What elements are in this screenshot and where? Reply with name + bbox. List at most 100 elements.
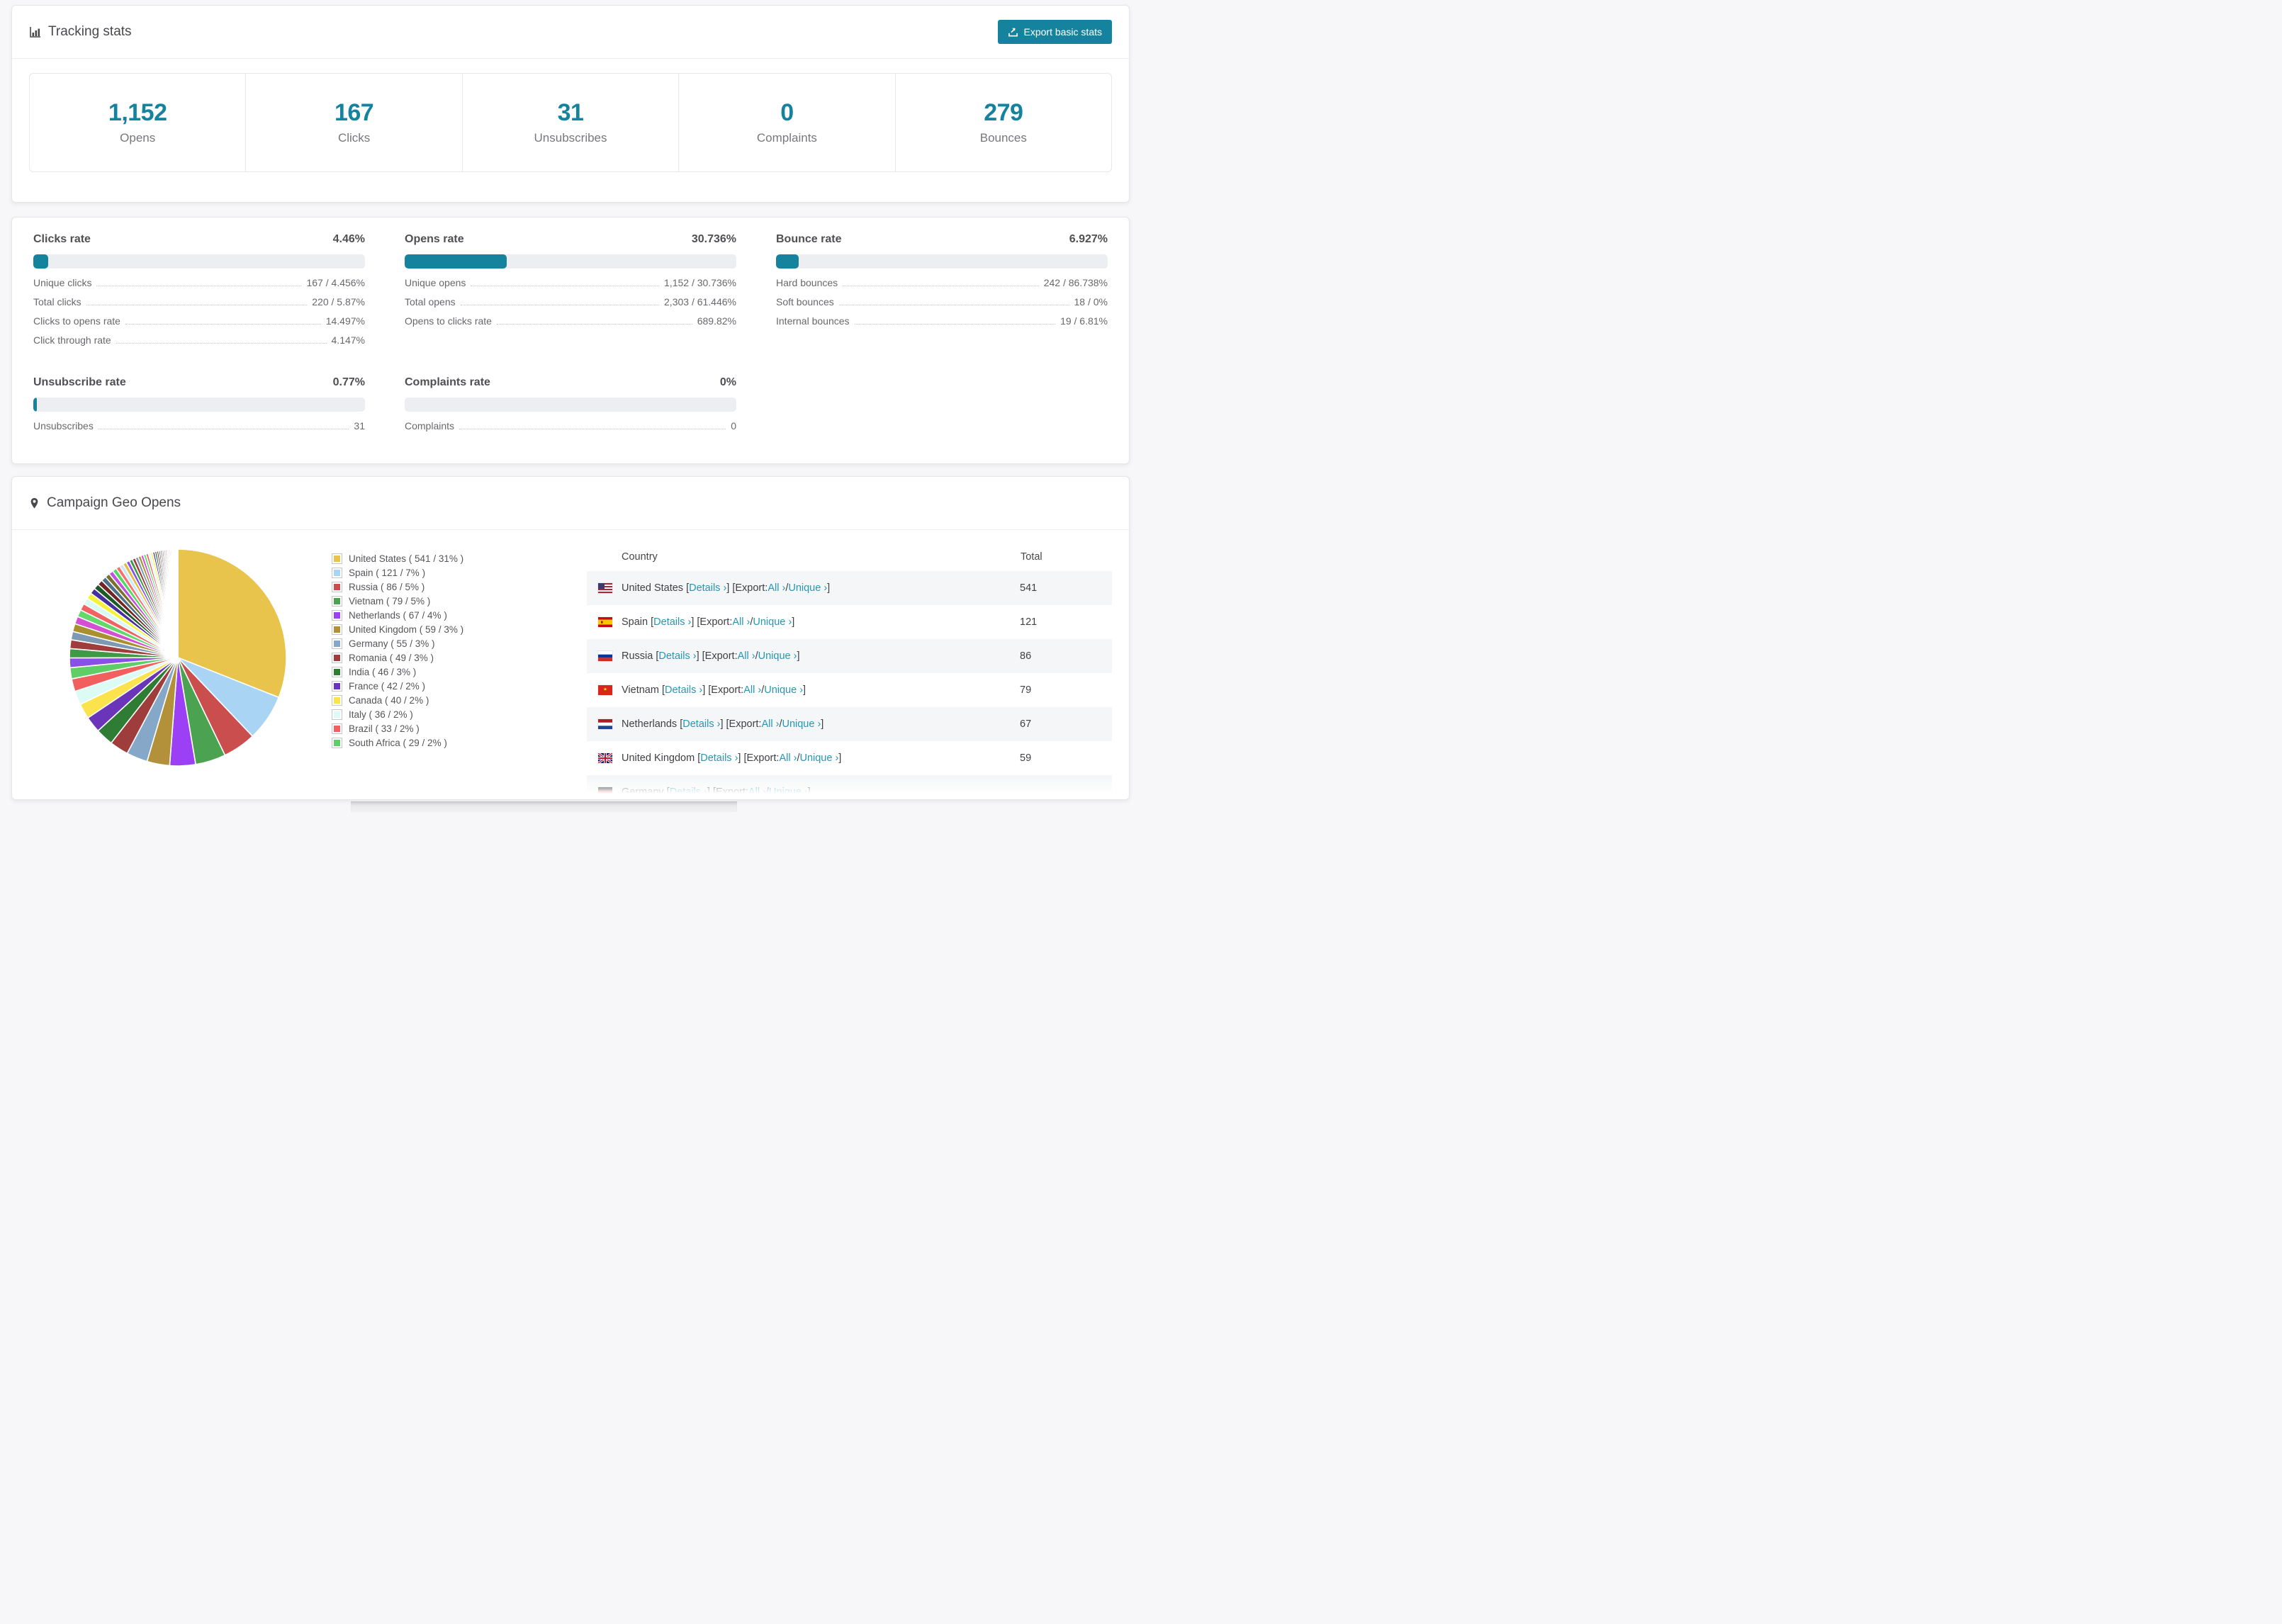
rate-value: 4.46% bbox=[332, 233, 365, 245]
metric-row-hard-bounces: Hard bounces 242 / 86.738% bbox=[776, 277, 1108, 296]
export-unique-link[interactable]: Unique › bbox=[758, 650, 797, 662]
country-flag-gb bbox=[598, 753, 612, 763]
metric-label: Complaints bbox=[405, 420, 455, 432]
export-unique-link[interactable]: Unique › bbox=[788, 582, 827, 594]
legend-label: Canada ( 40 / 2% ) bbox=[349, 694, 429, 706]
table-row-russia: Russia [Details ›] [Export: All › / Uniq… bbox=[587, 639, 1112, 673]
bar-chart-icon bbox=[29, 26, 41, 38]
metric-value: 2,303 / 61.446% bbox=[664, 296, 736, 308]
geo-title: Campaign Geo Opens bbox=[47, 495, 181, 510]
export-all-link[interactable]: All › bbox=[779, 752, 797, 764]
stat-value: 0 bbox=[780, 98, 794, 126]
details-link[interactable]: Details › bbox=[665, 684, 702, 696]
legend-swatch bbox=[332, 638, 342, 649]
geo-header: Campaign Geo Opens bbox=[12, 477, 1129, 530]
metric-label: Soft bounces bbox=[776, 296, 834, 308]
table-row-netherlands: Netherlands [Details ›] [Export: All › /… bbox=[587, 707, 1112, 741]
metric-label: Unique clicks bbox=[33, 277, 92, 288]
country-name: Russia bbox=[622, 650, 656, 662]
legend-swatch bbox=[332, 581, 342, 592]
rate-value: 0% bbox=[719, 376, 736, 388]
metric-label: Opens to clicks rate bbox=[405, 315, 492, 327]
export-all-link[interactable]: All › bbox=[732, 616, 750, 628]
legend-label: Brazil ( 33 / 2% ) bbox=[349, 723, 420, 734]
legend-label: Romania ( 49 / 3% ) bbox=[349, 652, 434, 663]
legend-item-russia: Russia ( 86 / 5% ) bbox=[332, 580, 587, 594]
details-link[interactable]: Details › bbox=[653, 616, 691, 628]
export-all-link[interactable]: All › bbox=[761, 718, 779, 730]
country-flag-nl bbox=[598, 719, 612, 729]
country-name: United States bbox=[622, 582, 687, 594]
metric-row-total-clicks: Total clicks 220 / 5.87% bbox=[33, 296, 365, 315]
stat-label: Opens bbox=[120, 130, 156, 145]
table-row-text: ] bbox=[838, 752, 842, 764]
metric-row-unique-opens: Unique opens 1,152 / 30.736% bbox=[405, 277, 736, 296]
table-row-text: ] [Export: bbox=[726, 582, 768, 594]
details-link[interactable]: Details › bbox=[689, 582, 726, 594]
export-unique-link[interactable]: Unique › bbox=[764, 684, 803, 696]
progress-fill bbox=[33, 397, 37, 412]
details-link[interactable]: Details › bbox=[670, 786, 707, 798]
geo-table-body: United States [Details ›] [Export: All ›… bbox=[587, 571, 1112, 799]
metric-value: 4.147% bbox=[331, 334, 365, 346]
legend-item-spain: Spain ( 121 / 7% ) bbox=[332, 565, 587, 580]
country-flag-ru bbox=[598, 651, 612, 661]
table-row-text: ] bbox=[827, 582, 831, 594]
metric-row-opens-to-clicks-rate: Opens to clicks rate 689.82% bbox=[405, 315, 736, 334]
export-unique-link[interactable]: Unique › bbox=[799, 752, 838, 764]
table-row-text: ] [Export: bbox=[720, 718, 762, 730]
legend-label: Germany ( 55 / 3% ) bbox=[349, 638, 435, 649]
table-row-vietnam: Vietnam [Details ›] [Export: All › / Uni… bbox=[587, 673, 1112, 707]
legend-item-italy: Italy ( 36 / 2% ) bbox=[332, 707, 587, 721]
export-all-link[interactable]: All › bbox=[738, 650, 755, 662]
details-link[interactable]: Details › bbox=[658, 650, 696, 662]
progress-bar bbox=[405, 397, 736, 412]
metric-label: Unsubscribes bbox=[33, 420, 94, 432]
tracking-stats-card: Tracking stats Export basic stats 1,152 O… bbox=[11, 5, 1130, 203]
export-all-link[interactable]: All › bbox=[768, 582, 785, 594]
rate-value: 0.77% bbox=[332, 376, 365, 388]
stat-cell-complaints: 0 Complaints bbox=[678, 74, 894, 171]
legend-item-netherlands: Netherlands ( 67 / 4% ) bbox=[332, 608, 587, 622]
export-basic-stats-button[interactable]: Export basic stats bbox=[997, 20, 1112, 44]
export-unique-link[interactable]: Unique › bbox=[753, 616, 792, 628]
legend-swatch bbox=[332, 666, 342, 677]
table-row-united-states: United States [Details ›] [Export: All ›… bbox=[587, 571, 1112, 605]
geo-table-header-country: Country bbox=[622, 551, 658, 563]
country-flag-us bbox=[598, 583, 612, 593]
geo-opens-card: Campaign Geo Opens United States ( 541 /… bbox=[11, 476, 1130, 800]
country-flag-vn bbox=[598, 685, 612, 695]
table-row-text: ] [Export: bbox=[691, 616, 733, 628]
rate-title: Complaints rate bbox=[405, 376, 490, 388]
stat-cell-opens: 1,152 Opens bbox=[30, 74, 245, 171]
details-link[interactable]: Details › bbox=[700, 752, 738, 764]
export-unique-link[interactable]: Unique › bbox=[782, 718, 821, 730]
metric-leader bbox=[854, 324, 1056, 325]
export-unique-link[interactable]: Unique › bbox=[769, 786, 808, 798]
legend-swatch bbox=[332, 553, 342, 564]
metric-value: 220 / 5.87% bbox=[312, 296, 365, 308]
rate-panel-opens-rate: Opens rate 30.736% Unique opens 1,152 / 30.… bbox=[405, 233, 736, 354]
metric-value: 167 / 4.456% bbox=[306, 277, 365, 288]
metric-row-total-opens: Total opens 2,303 / 61.446% bbox=[405, 296, 736, 315]
metric-label: Hard bounces bbox=[776, 277, 838, 288]
tracking-title: Tracking stats bbox=[48, 24, 132, 39]
metric-value: 242 / 86.738% bbox=[1043, 277, 1108, 288]
details-link[interactable]: Details › bbox=[682, 718, 720, 730]
legend-swatch bbox=[332, 694, 342, 706]
rate-panel-clicks-rate: Clicks rate 4.46% Unique clicks 167 / 4.456… bbox=[33, 233, 365, 354]
metric-value: 19 / 6.81% bbox=[1060, 315, 1108, 327]
country-flag-es bbox=[598, 617, 612, 627]
metric-label: Unique opens bbox=[405, 277, 466, 288]
export-all-link[interactable]: All › bbox=[743, 684, 761, 696]
table-row-united-kingdom: United Kingdom [Details ›] [Export: All … bbox=[587, 741, 1112, 775]
legend-swatch bbox=[332, 595, 342, 607]
legend-label: Russia ( 86 / 5% ) bbox=[349, 581, 425, 592]
legend-item-germany: Germany ( 55 / 3% ) bbox=[332, 636, 587, 650]
stat-label: Unsubscribes bbox=[534, 130, 607, 145]
export-all-link[interactable]: All › bbox=[748, 786, 766, 798]
stat-label: Bounces bbox=[979, 130, 1027, 145]
progress-bar bbox=[33, 254, 365, 269]
legend-swatch bbox=[332, 737, 342, 748]
legend-label: Spain ( 121 / 7% ) bbox=[349, 567, 426, 578]
